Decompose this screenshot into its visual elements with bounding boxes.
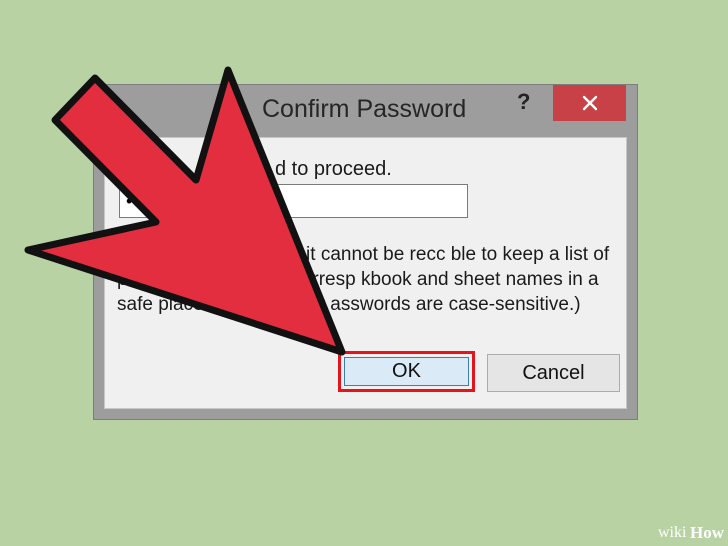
- dialog-title: Confirm Password: [262, 95, 467, 123]
- dialog-titlebar[interactable]: Confirm Password ?: [94, 85, 637, 137]
- wikihow-watermark: wiki How: [654, 523, 726, 544]
- watermark-wiki: wiki: [658, 524, 687, 541]
- caution-text: r forget the password, it cannot be recc…: [117, 244, 610, 315]
- ok-button-highlight[interactable]: OK: [338, 351, 475, 392]
- close-icon: [582, 95, 597, 111]
- confirm-password-dialog: Confirm Password ? d to proceed. • r for…: [93, 84, 638, 420]
- dialog-body: d to proceed. • r forget the password, i…: [104, 137, 627, 409]
- ok-button[interactable]: OK: [344, 357, 469, 386]
- close-button[interactable]: [553, 85, 626, 121]
- reenter-password-prompt: d to proceed.: [275, 158, 392, 180]
- watermark-how: How: [690, 523, 724, 542]
- password-field[interactable]: •: [119, 184, 468, 218]
- cancel-button[interactable]: Cancel: [487, 354, 620, 392]
- help-icon[interactable]: ?: [517, 89, 530, 115]
